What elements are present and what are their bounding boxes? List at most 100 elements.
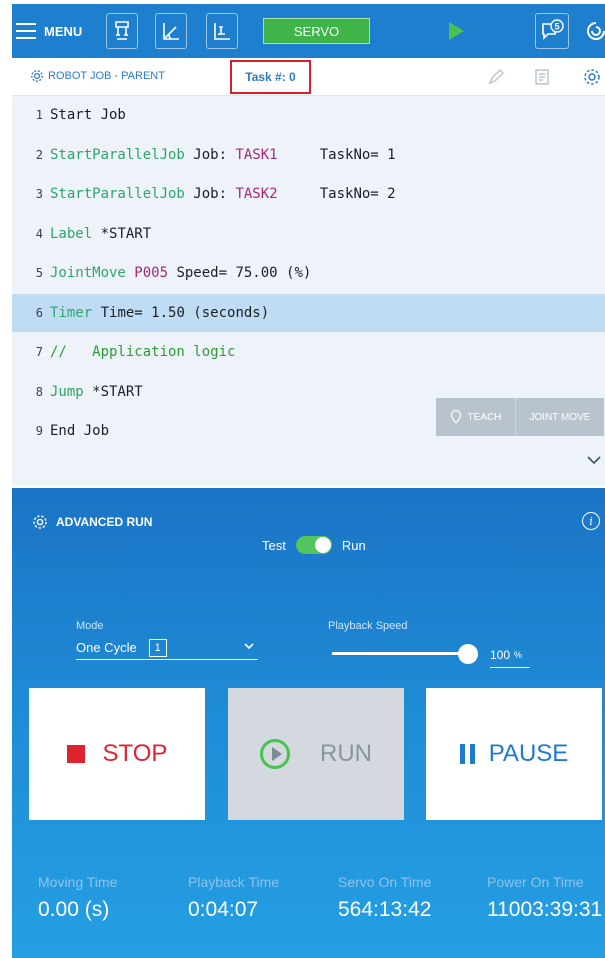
code-token: Job: (184, 146, 236, 163)
advanced-run-label: ADVANCED RUN (56, 515, 153, 529)
code-token: P005 (134, 265, 169, 281)
stop-button[interactable]: STOP (29, 688, 205, 820)
line-number: 8 (35, 384, 43, 399)
playback-speed-slider[interactable] (332, 644, 478, 664)
code-line[interactable]: 7 // Application logic (12, 333, 605, 371)
gripper-icon (115, 21, 129, 40)
code-token: *START (92, 225, 152, 242)
chevron-down-icon[interactable] (586, 454, 602, 466)
stat-servo-on-time: Servo On Time 564:13:42 (338, 874, 431, 922)
advanced-run-panel: ADVANCED RUN i Test Run Mode One Cycle 1… (12, 488, 605, 958)
line-number: 6 (35, 305, 43, 320)
mode-number: 1 (148, 638, 167, 657)
stop-icon (66, 745, 85, 763)
job-title[interactable]: ROBOT JOB - PARENT (30, 69, 165, 83)
code-token: TASK2 (235, 186, 278, 202)
task-number[interactable]: Task #: 0 (230, 60, 311, 94)
code-line[interactable]: 1 Start Job (12, 96, 605, 134)
code-line[interactable]: 5 JointMove P005 Speed= 75.00 (%) (12, 254, 605, 292)
pencil-icon[interactable] (486, 67, 506, 87)
code-token: StartParallelJob (50, 186, 185, 202)
stop-label: STOP (102, 740, 168, 767)
coordinate-frame-button[interactable] (155, 13, 187, 49)
pause-label: PAUSE (488, 740, 569, 767)
message-count: 5 (554, 22, 559, 32)
spiral-logo-icon[interactable] (585, 20, 605, 42)
stat-power-on-time: Power On Time 11003:39:31 (487, 874, 602, 922)
run-label: RUN (320, 740, 372, 767)
code-token: JointMove (50, 265, 126, 281)
code-token: // Application logic (50, 344, 236, 360)
code-token: TaskNo= 2 (277, 186, 396, 202)
info-icon[interactable]: i (582, 512, 600, 530)
pause-icon (459, 744, 475, 764)
run-button[interactable]: RUN (228, 688, 404, 820)
code-token: Start Job (50, 107, 126, 123)
toggle-test-label: Test (262, 537, 286, 553)
stat-value: 11003:39:31 (487, 898, 603, 921)
code-token: End Job (50, 423, 110, 439)
gear-icon (31, 70, 43, 82)
user-frame-button[interactable] (206, 13, 238, 49)
line-number: 9 (35, 424, 43, 438)
message-icon: 5 (542, 19, 564, 40)
test-run-toggle[interactable] (295, 536, 332, 554)
mode-select[interactable]: One Cycle 1 (76, 636, 258, 660)
code-token: Job: (184, 186, 236, 202)
job-header: ROBOT JOB - PARENT Task #: 0 (12, 58, 605, 96)
line-number: 5 (35, 266, 43, 280)
line-number: 7 (35, 345, 43, 359)
speed-value: 100 (490, 647, 511, 662)
menu-label: MENU (44, 23, 83, 39)
play-icon[interactable] (449, 22, 464, 40)
teach-label: TEACH (467, 411, 502, 423)
line-number: 2 (35, 147, 43, 162)
teach-button[interactable]: TEACH (436, 398, 516, 436)
playback-speed-label: Playback Speed (328, 620, 408, 632)
pause-button[interactable]: PAUSE (426, 688, 602, 820)
document-icon[interactable] (532, 67, 552, 87)
line-number: 1 (35, 108, 43, 122)
test-run-toggle-row: Test Run (262, 536, 366, 554)
code-line[interactable]: 6 Timer Time= 1.50 (seconds) (12, 293, 605, 332)
playback-speed-input[interactable]: 100 % (490, 642, 530, 668)
line-number: 4 (35, 226, 43, 241)
stat-moving-time: Moving Time 0.00 (s) (38, 874, 117, 922)
line-number: 3 (35, 187, 43, 201)
code-token: Jump (50, 383, 84, 400)
chevron-down-icon (244, 643, 254, 650)
code-token: Time= 1.50 (seconds) (92, 304, 270, 321)
joint-move-button[interactable]: JOINT MOVE (516, 412, 604, 423)
mode-value: One Cycle (76, 640, 137, 655)
mode-label: Mode (76, 620, 104, 632)
code-token: Label (50, 225, 93, 242)
slider-thumb[interactable] (458, 644, 478, 664)
settings-icon[interactable] (582, 67, 602, 87)
code-token: Speed= 75.00 (%) (168, 265, 312, 281)
advanced-run-title: ADVANCED RUN (32, 514, 152, 530)
code-line[interactable]: 4 Label *START (12, 215, 605, 253)
code-token: StartParallelJob (50, 146, 185, 163)
slider-track (332, 652, 468, 655)
servo-button[interactable]: SERVO (263, 18, 370, 44)
code-token: TASK1 (235, 146, 278, 163)
stat-label: Servo On Time (338, 874, 432, 890)
menu-button[interactable]: MENU (12, 4, 82, 58)
code-line[interactable]: 3 StartParallelJob Job: TASK2 TaskNo= 2 (12, 175, 605, 213)
messages-button[interactable]: 5 (535, 13, 569, 49)
job-title-text: ROBOT JOB - PARENT (48, 70, 165, 82)
user-frame-icon (214, 23, 230, 40)
stat-value: 564:13:42 (338, 898, 432, 921)
job-editor[interactable]: 1 Start Job 2 StartParallelJob Job: TASK1 T… (12, 96, 605, 486)
code-token: TaskNo= 1 (277, 146, 396, 163)
stat-label: Power On Time (487, 874, 584, 890)
hamburger-icon (16, 23, 36, 39)
code-line[interactable]: 2 StartParallelJob Job: TASK1 TaskNo= 1 (12, 136, 605, 174)
toggle-run-label: Run (341, 537, 366, 553)
play-circle-icon (260, 739, 290, 769)
speed-unit: % (514, 649, 523, 660)
stat-label: Moving Time (38, 874, 118, 890)
top-bar: MENU SERVO 5 (12, 4, 605, 58)
robot-gripper-button[interactable] (106, 13, 138, 49)
